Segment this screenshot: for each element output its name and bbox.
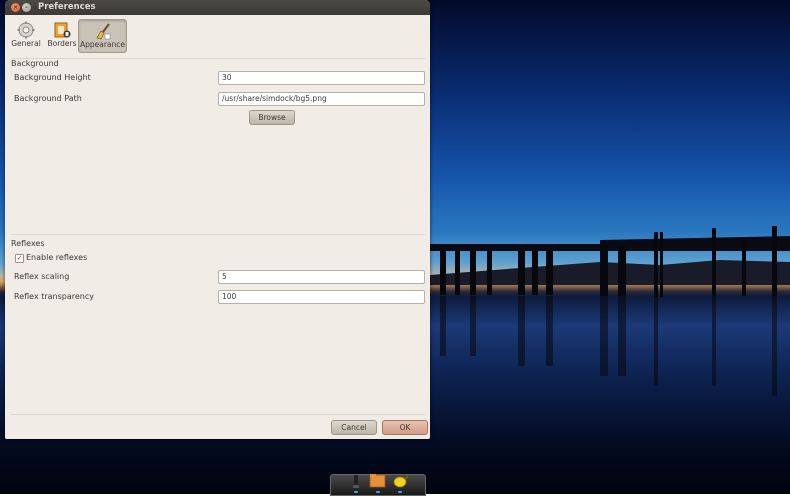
tab-borders-label: Borders <box>47 39 77 48</box>
preferences-toolbar: General Borders Appearance <box>5 15 430 55</box>
background-path-input[interactable]: /usr/share/simdock/bg5.png <box>218 92 425 106</box>
background-height-label: Background Height <box>14 73 91 82</box>
tab-appearance[interactable]: Appearance <box>78 19 127 53</box>
cancel-button[interactable]: Cancel <box>331 420 377 435</box>
background-section-title: Background <box>11 59 59 68</box>
ok-button[interactable]: OK <box>382 420 428 435</box>
watering-can-icon[interactable] <box>391 471 409 489</box>
separator <box>11 58 425 59</box>
dock-running-indicator <box>376 491 380 493</box>
background-height-input[interactable]: 30 <box>218 71 425 85</box>
dock-running-indicator <box>354 491 358 493</box>
enable-reflexes-checkbox[interactable]: ✓ <box>15 254 24 263</box>
preferences-window: × – Preferences General Borders Appearan… <box>5 0 430 439</box>
browse-button[interactable]: Browse <box>249 110 295 125</box>
close-window-button[interactable]: × <box>11 3 20 12</box>
separator <box>11 234 425 235</box>
enable-reflexes-label[interactable]: Enable reflexes <box>26 253 87 262</box>
tab-borders[interactable]: Borders <box>44 19 80 51</box>
dock-panel <box>330 474 426 496</box>
paintbrush-icon <box>95 23 110 40</box>
tab-general[interactable]: General <box>7 19 45 51</box>
reflex-transparency-label: Reflex transparency <box>14 292 95 301</box>
reflex-scaling-input[interactable]: 5 <box>218 270 425 284</box>
dock-launcher-icon[interactable] <box>351 471 361 489</box>
window-titlebar[interactable]: × – Preferences <box>5 0 430 15</box>
reflexes-section-title: Reflexes <box>11 239 45 248</box>
reflex-scaling-label: Reflex scaling <box>14 272 70 281</box>
dock-running-indicator <box>398 491 402 493</box>
reflex-transparency-input[interactable]: 100 <box>218 290 425 304</box>
borders-icon <box>54 22 71 38</box>
folder-icon[interactable] <box>369 471 387 489</box>
separator <box>11 414 425 415</box>
window-title: Preferences <box>38 2 96 12</box>
gear-icon <box>17 21 35 39</box>
background-path-label: Background Path <box>14 94 82 103</box>
tab-general-label: General <box>11 39 41 48</box>
minimize-window-button[interactable]: – <box>22 3 31 12</box>
tab-appearance-label: Appearance <box>79 40 126 49</box>
